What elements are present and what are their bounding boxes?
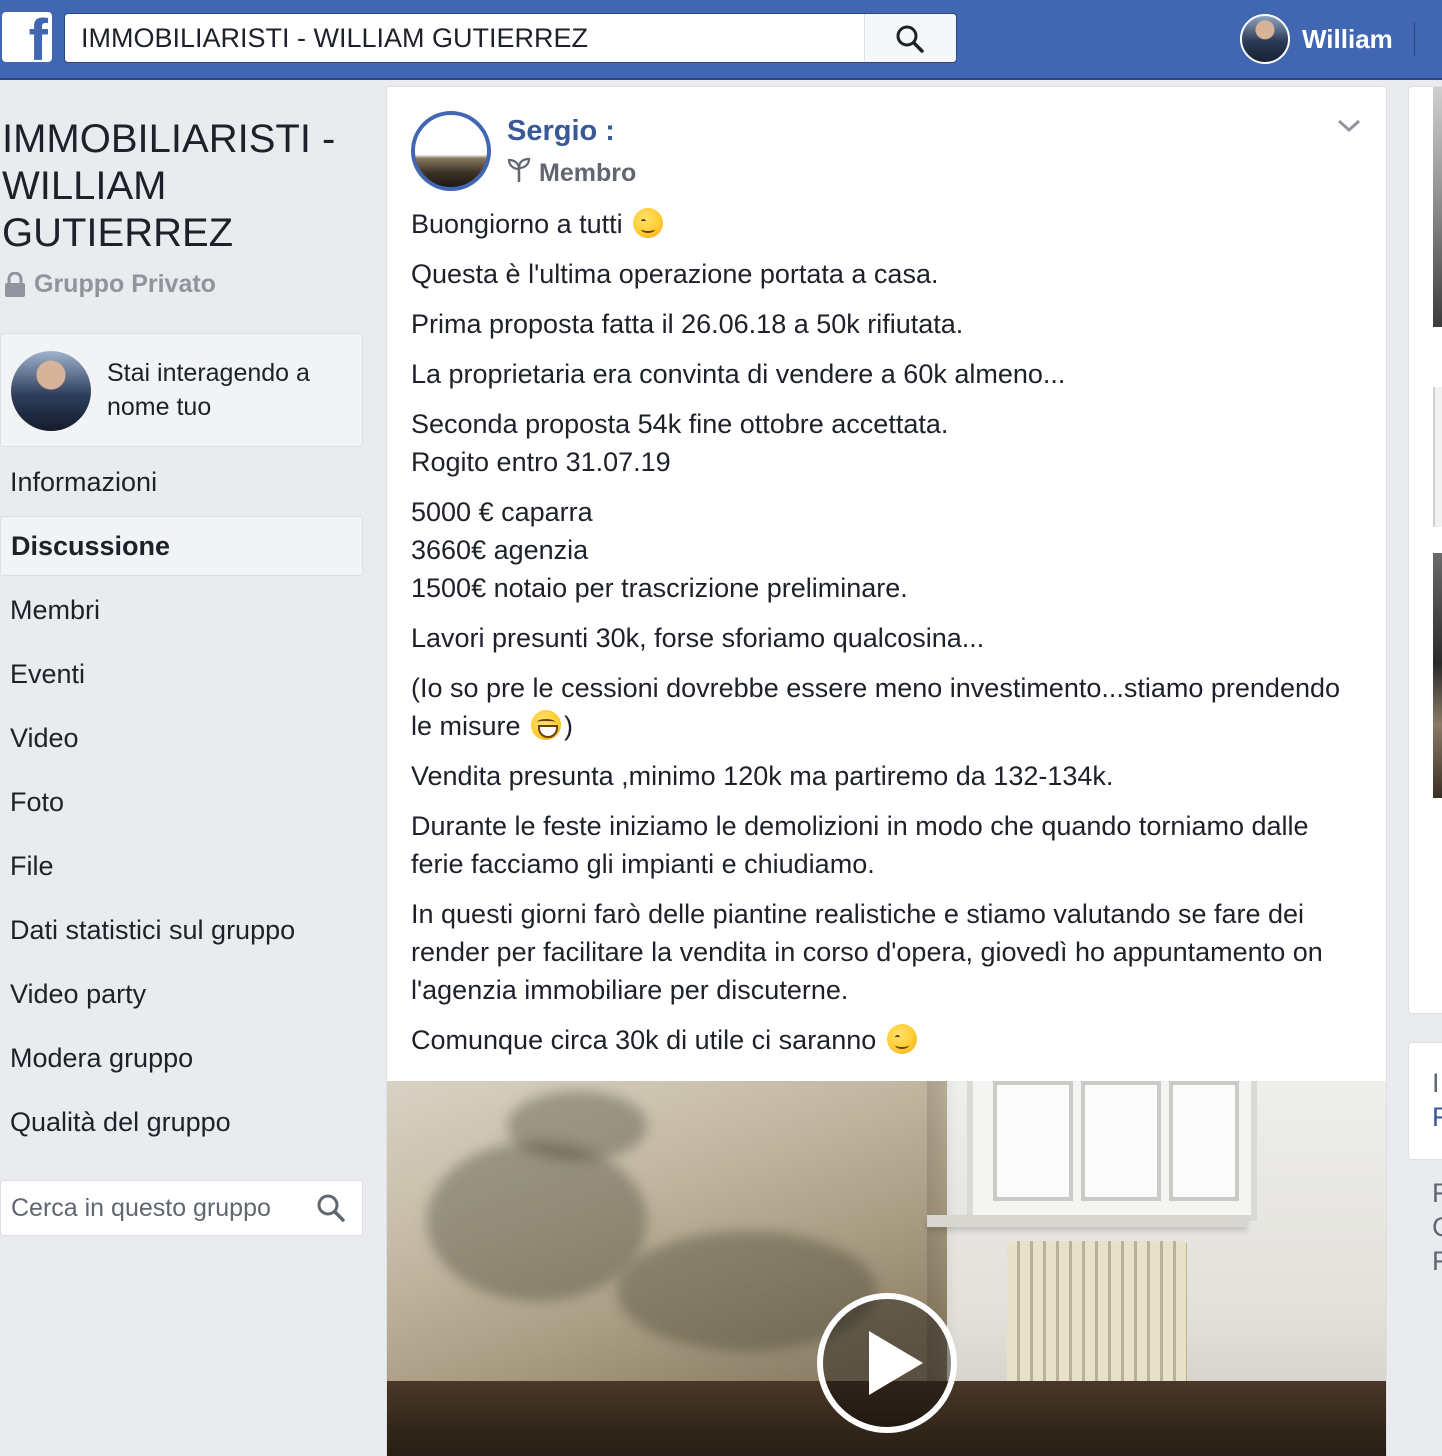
group-nav: Informazioni Discussione Membri Eventi V… <box>0 450 363 1154</box>
post-video[interactable] <box>387 1081 1386 1456</box>
right-column-thumbnail[interactable] <box>1433 553 1442 798</box>
right-column-link[interactable]: F <box>1432 1102 1442 1133</box>
nav-item-moderate[interactable]: Modera gruppo <box>0 1026 363 1090</box>
right-column-text: F <box>1432 1178 1442 1208</box>
search-icon <box>896 25 924 53</box>
sprout-icon <box>507 157 531 190</box>
video-frame-detail <box>427 1141 647 1301</box>
group-search-input[interactable] <box>1 1181 301 1235</box>
lock-icon <box>4 271 26 298</box>
post-paragraph: 5000 € caparra 3660€ agenzia 1500€ notai… <box>411 497 908 603</box>
nav-item-insights[interactable]: Dati statistici sul gruppo <box>0 898 363 962</box>
post-author[interactable]: Sergio : <box>507 115 615 148</box>
interacting-as-card[interactable]: Stai interagendo a nome tuo <box>0 333 363 447</box>
right-column-thumbnail[interactable] <box>1433 87 1442 327</box>
avatar <box>1240 14 1290 64</box>
post-paragraph: Seconda proposta 54k fine ottobre accett… <box>411 409 949 477</box>
right-column-card <box>1408 1042 1442 1160</box>
group-privacy: Gruppo Privato <box>4 270 216 299</box>
post-paragraph: La proprietaria era convinta di vendere … <box>411 359 1066 389</box>
chevron-down-icon <box>1337 119 1361 133</box>
member-badge: Membro <box>507 157 636 190</box>
post-paragraph: Lavori presunti 30k, forse sforiamo qual… <box>411 623 985 653</box>
privacy-label: Gruppo Privato <box>34 270 216 298</box>
nav-item-informazioni[interactable]: Informazioni <box>0 450 363 514</box>
avatar <box>11 351 91 431</box>
post-card: Sergio : Membro Buongiorno a tutti Quest… <box>386 86 1387 1456</box>
play-button[interactable] <box>817 1293 957 1433</box>
video-frame-detail <box>927 1215 1247 1227</box>
nav-item-video[interactable]: Video <box>0 706 363 770</box>
post-paragraph: Prima proposta fatta il 26.06.18 a 50k r… <box>411 309 964 339</box>
global-search <box>64 13 957 63</box>
search-button[interactable] <box>864 14 956 62</box>
interacting-text: Stai interagendo a nome tuo <box>107 359 310 421</box>
right-column-text: F <box>1432 1246 1442 1276</box>
post-paragraph: In questi giorni farò delle piantine rea… <box>411 899 1323 1005</box>
group-search <box>0 1180 363 1236</box>
post-paragraph: Comunque circa 30k di utile ci saranno <box>411 1021 1361 1059</box>
post-paragraph: (Io so pre le cessioni dovrebbe essere m… <box>411 673 1341 741</box>
video-frame-detail <box>1081 1081 1161 1201</box>
post-paragraph: Durante le feste iniziamo le demolizioni… <box>411 811 1309 879</box>
nav-item-file[interactable]: File <box>0 834 363 898</box>
nav-item-eventi[interactable]: Eventi <box>0 642 363 706</box>
video-frame-detail <box>507 1091 647 1161</box>
divider <box>1414 22 1415 56</box>
video-frame-window <box>967 1081 1257 1221</box>
video-frame-detail <box>1169 1081 1239 1201</box>
nav-item-video-party[interactable]: Video party <box>0 962 363 1026</box>
post-options-button[interactable] <box>1334 115 1364 137</box>
right-column-thumbnail <box>1433 387 1442 527</box>
wink-emoji-icon <box>633 208 664 238</box>
right-column-card <box>1408 86 1442 1014</box>
wink-emoji-icon <box>886 1024 917 1054</box>
post-paragraph: Vendita presunta ,minimo 120k ma partire… <box>411 761 1114 791</box>
group-title[interactable]: IMMOBILIARISTI - WILLIAM GUTIERREZ <box>2 116 362 257</box>
right-column-text: I <box>1432 1068 1440 1098</box>
nav-item-foto[interactable]: Foto <box>0 770 363 834</box>
nav-item-quality[interactable]: Qualità del gruppo <box>0 1090 363 1154</box>
author-avatar[interactable] <box>411 111 491 191</box>
nav-item-membri[interactable]: Membri <box>0 578 363 642</box>
member-label: Membro <box>539 159 637 187</box>
video-frame-detail <box>993 1081 1073 1201</box>
facebook-logo[interactable]: f <box>2 12 52 62</box>
video-frame-radiator <box>1007 1241 1187 1391</box>
user-name: William <box>1302 23 1393 54</box>
search-input[interactable] <box>65 14 865 62</box>
sweat-smile-emoji-icon <box>531 710 562 740</box>
right-column-text: C <box>1432 1212 1442 1242</box>
post-paragraph: Questa è l'ultima operazione portata a c… <box>411 259 939 289</box>
top-bar: f William <box>0 0 1442 80</box>
nav-item-discussione[interactable]: Discussione <box>0 516 363 576</box>
profile-link[interactable]: William <box>1240 12 1393 66</box>
search-icon[interactable] <box>316 1193 346 1228</box>
play-icon <box>869 1331 923 1395</box>
post-paragraph: Buongiorno a tutti <box>411 205 1361 243</box>
post-text: Buongiorno a tutti Questa è l'ultima ope… <box>411 205 1361 1071</box>
